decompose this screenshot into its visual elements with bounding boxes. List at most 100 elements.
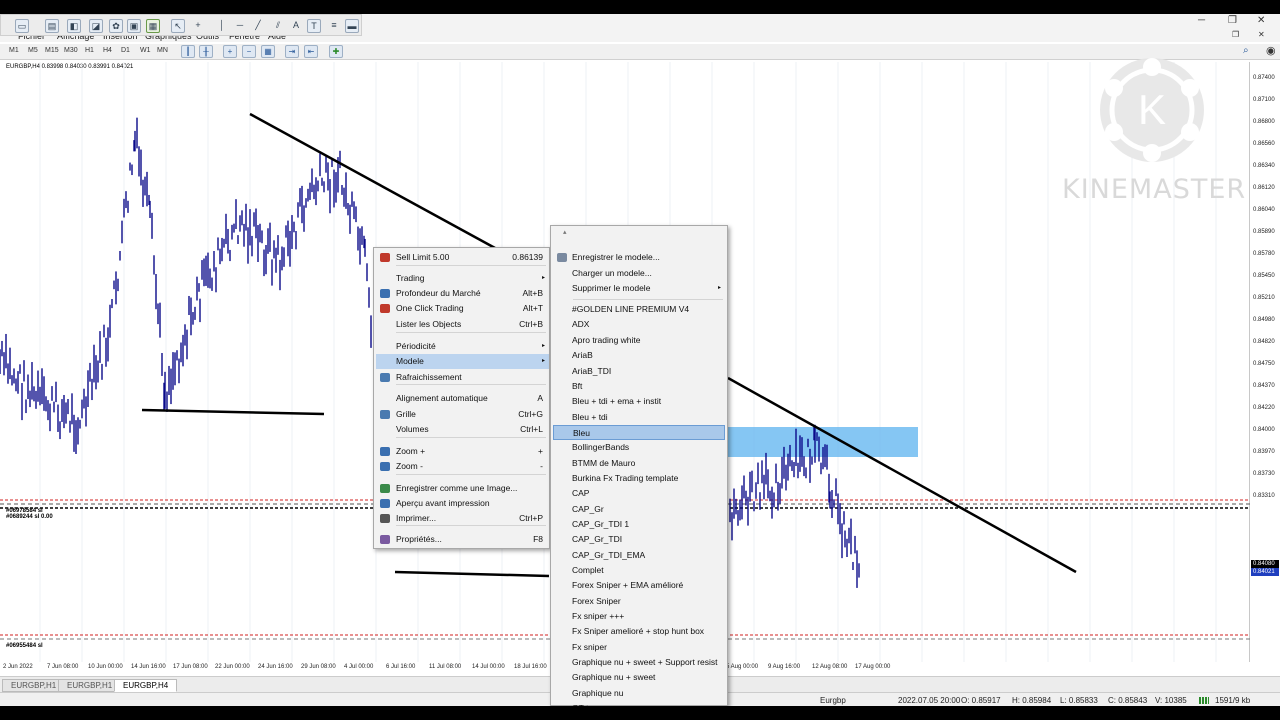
template-item-bft[interactable]: Bft: [553, 379, 725, 394]
ctx-item-alignement-automatique[interactable]: Alignement automatique A: [376, 391, 549, 406]
template-item-charger-un-modele[interactable]: Charger un modele...: [553, 266, 725, 281]
template-item-fx-sniper[interactable]: Fx sniper +++: [553, 609, 725, 624]
template-item-cap[interactable]: CAP: [553, 486, 725, 501]
template-item-graphique-nu[interactable]: Graphique nu: [553, 686, 725, 701]
chat-icon[interactable]: ◉: [1266, 44, 1276, 57]
minimize-icon[interactable]: ─: [1198, 15, 1205, 26]
search-icon[interactable]: ⌕: [1243, 45, 1249, 56]
zoom-out-toolbar-icon[interactable]: −: [242, 45, 256, 58]
indicators-icon[interactable]: ✚: [329, 45, 343, 58]
market-watch-icon[interactable]: ◧: [67, 19, 81, 33]
template-item-golden-line-premium-v4[interactable]: #GOLDEN LINE PREMIUM V4: [553, 302, 725, 317]
template-item-bleu[interactable]: Bleu: [553, 425, 725, 440]
template-item-bleu-tdi[interactable]: Bleu + tdi: [553, 410, 725, 425]
price-tick: 0.85210: [1253, 295, 1275, 301]
zoom-in-toolbar-icon[interactable]: +: [223, 45, 237, 58]
tf-h4[interactable]: H4: [103, 47, 112, 54]
close-chart-icon[interactable]: ✕: [1258, 30, 1265, 39]
tab-eurgbp-h1[interactable]: EURGBP,H1: [2, 679, 66, 692]
price-tick: 0.86340: [1253, 163, 1275, 169]
ctx-item-aper-u-avant-impression[interactable]: Aperçu avant impression: [376, 496, 549, 511]
ctx-item-p-riodicit[interactable]: Périodicité ▸: [376, 339, 549, 354]
tf-m1[interactable]: M1: [9, 47, 19, 54]
ctx-item-one-click-trading[interactable]: One Click Trading Alt+T: [376, 301, 549, 316]
tab-eurgbp-h4[interactable]: EURGBP,H4: [114, 679, 178, 692]
ctx-item-imprimer[interactable]: Imprimer... Ctrl+P: [376, 511, 549, 526]
chart-shift-icon[interactable]: ⇥: [285, 45, 299, 58]
crosshair-icon[interactable]: +: [191, 19, 205, 33]
template-item-cap-gr-tdi[interactable]: CAP_Gr_TDI: [553, 532, 725, 547]
ctx-item-lister-les-objects[interactable]: Lister les Objects Ctrl+B: [376, 317, 549, 332]
tf-w1[interactable]: W1: [140, 47, 151, 54]
profiles-icon[interactable]: ▤: [45, 19, 59, 33]
template-item-btmm-de-mauro[interactable]: BTMM de Mauro: [553, 456, 725, 471]
tf-m5[interactable]: M5: [28, 47, 38, 54]
ctx-item-sell-limit-5-00[interactable]: Sell Limit 5.00 0.86139: [376, 250, 549, 265]
maximize-icon[interactable]: ❐: [1228, 15, 1237, 26]
cursor-icon[interactable]: ↖: [171, 19, 185, 33]
label-tool-icon[interactable]: T: [307, 19, 321, 33]
trendline-icon[interactable]: ╱: [251, 19, 265, 33]
template-item-bleu-tdi-ema-instit[interactable]: Bleu + tdi + ema + instit: [553, 394, 725, 409]
scroll-up-icon[interactable]: ▴: [563, 228, 567, 236]
tf-m30[interactable]: M30: [64, 47, 78, 54]
ctx-item-trading[interactable]: Trading ▸: [376, 271, 549, 286]
ctx-item-enregistrer-comme-une-image[interactable]: Enregistrer comme une Image...: [376, 481, 549, 496]
template-item-forex-sniper-ema-am-lior[interactable]: Forex Sniper + EMA amélioré: [553, 578, 725, 593]
template-item-cap-gr-tdi-1[interactable]: CAP_Gr_TDI 1: [553, 517, 725, 532]
ctx-item-label: Aperçu avant impression: [396, 498, 490, 508]
ctx-item-volumes[interactable]: Volumes Ctrl+L: [376, 422, 549, 437]
template-item-complet[interactable]: Complet: [553, 563, 725, 578]
price-tick: 0.85450: [1253, 273, 1275, 279]
template-item-adx[interactable]: ADX: [553, 317, 725, 332]
ctx-item-grille[interactable]: Grille Ctrl+G: [376, 407, 549, 422]
template-item-gt-temp[interactable]: GT temp: [553, 701, 725, 706]
template-item-apro-trading-white[interactable]: Apro trading white: [553, 333, 725, 348]
terminal-icon[interactable]: ▣: [127, 19, 141, 33]
tab-eurgbp-h1-2[interactable]: EURGBP,H1: [58, 679, 122, 692]
template-item-graphique-nu-sweet[interactable]: Graphique nu + sweet: [553, 670, 725, 685]
new-chart-icon[interactable]: ▭: [15, 19, 29, 33]
refresh-icon: [380, 373, 390, 382]
candle-chart-icon[interactable]: ╫: [199, 45, 213, 58]
support-line-left: [141, 408, 325, 416]
template-item-burkina-fx-trading-template[interactable]: Burkina Fx Trading template: [553, 471, 725, 486]
tf-h1[interactable]: H1: [85, 47, 94, 54]
shapes-icon[interactable]: ▬: [345, 19, 359, 33]
ctx-item-profondeur-du-march[interactable]: Profondeur du Marché Alt+B: [376, 286, 549, 301]
restore-icon[interactable]: ❐: [1232, 30, 1239, 39]
close-icon[interactable]: ✕: [1257, 15, 1265, 26]
template-item-forex-sniper[interactable]: Forex Sniper: [553, 594, 725, 609]
channel-icon[interactable]: ⫽: [271, 19, 285, 33]
ctx-item-propri-t-s[interactable]: Propriétés... F8: [376, 532, 549, 547]
new-order-icon[interactable]: ▦: [146, 19, 160, 33]
template-item-fx-sniper[interactable]: Fx sniper: [553, 640, 725, 655]
template-item-graphique-nu-sweet-support-resist[interactable]: Graphique nu + sweet + Support resist: [553, 655, 725, 670]
template-item-cap-gr-tdi-ema[interactable]: CAP_Gr_TDI_EMA: [553, 548, 725, 563]
bar-chart-icon[interactable]: ┃: [181, 45, 195, 58]
tile-windows-icon[interactable]: ▦: [261, 45, 275, 58]
template-item-fx-sniper-amelior-stop-hunt-box[interactable]: Fx Sniper amelioré + stop hunt box: [553, 624, 725, 639]
tf-d1[interactable]: D1: [121, 47, 130, 54]
navigator-icon[interactable]: ✿: [109, 19, 123, 33]
template-item-supprimer-le-modele[interactable]: Supprimer le modele ▸: [553, 281, 725, 296]
template-item-ariab[interactable]: AriaB: [553, 348, 725, 363]
autoscroll-icon[interactable]: ⇤: [304, 45, 318, 58]
text-tool-icon[interactable]: A: [289, 19, 303, 33]
ctx-item-zoom[interactable]: Zoom + +: [376, 444, 549, 459]
horizontal-line-icon[interactable]: ─: [233, 19, 247, 33]
time-tick: 29 Jun 08:00: [301, 664, 336, 670]
template-item-cap-gr[interactable]: CAP_Gr: [553, 502, 725, 517]
vertical-line-icon[interactable]: │: [215, 19, 229, 33]
print-preview-icon: [380, 499, 390, 508]
data-window-icon[interactable]: ◪: [89, 19, 103, 33]
template-item-bollingerbands[interactable]: BollingerBands: [553, 440, 725, 455]
ctx-item-rafraichissement[interactable]: Rafraichissement: [376, 370, 549, 385]
tf-mn[interactable]: MN: [157, 47, 168, 54]
template-item-enregistrer-le-modele[interactable]: Enregistrer le modele...: [553, 250, 725, 265]
tf-m15[interactable]: M15: [45, 47, 59, 54]
ctx-item-zoom[interactable]: Zoom - -: [376, 459, 549, 474]
template-item-ariab-tdi[interactable]: AriaB_TDI: [553, 364, 725, 379]
fibo-icon[interactable]: ≡: [327, 19, 341, 33]
ctx-item-modele[interactable]: Modele ▸: [376, 354, 549, 369]
